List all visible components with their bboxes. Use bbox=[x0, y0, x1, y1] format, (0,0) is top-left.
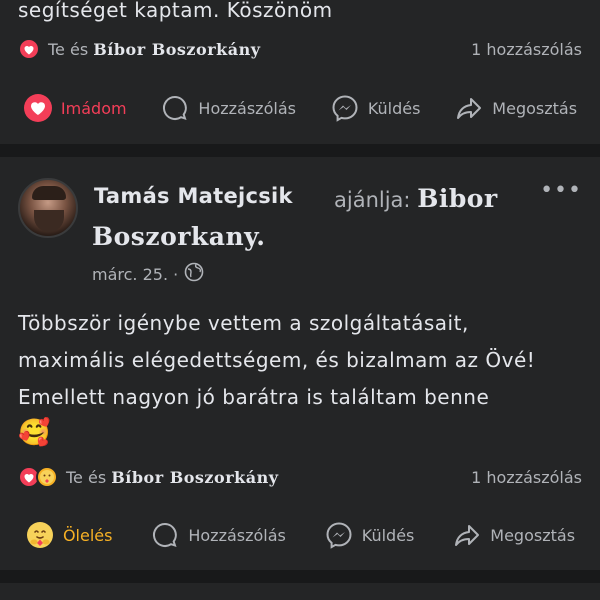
reaction-icons bbox=[18, 466, 58, 488]
post-text-line-3: Emellett nagyon jó barátra is találtam b… bbox=[18, 385, 490, 409]
recommends-label: ajánlja: bbox=[334, 188, 411, 212]
heart-icon bbox=[23, 93, 53, 123]
comment-count[interactable]: 1 hozzászólás bbox=[471, 468, 582, 487]
avatar[interactable] bbox=[18, 178, 78, 238]
reactions-name: Bíbor Boszorkány bbox=[111, 467, 279, 487]
send-button[interactable]: Küldés bbox=[330, 93, 421, 123]
post-date[interactable]: márc. 25. · bbox=[92, 265, 178, 284]
reactions-name: Bíbor Boszorkány bbox=[93, 39, 261, 59]
smiling-hearts-emoji: 🥰 bbox=[18, 418, 51, 448]
reaction-icons bbox=[18, 38, 40, 60]
reactions-prefix: Te és bbox=[48, 39, 89, 59]
share-arrow-icon bbox=[452, 520, 482, 550]
care-button[interactable]: Ölelés bbox=[25, 520, 113, 550]
more-dots-icon[interactable]: ••• bbox=[540, 178, 582, 203]
love-button[interactable]: Imádom bbox=[23, 93, 127, 123]
post-card-1: segítséget kaptam. Köszönöm Te és Bíbor … bbox=[0, 0, 600, 144]
comment-bubble-icon bbox=[160, 93, 190, 123]
share-button[interactable]: Megosztás bbox=[452, 520, 575, 550]
reactions-prefix: Te és bbox=[66, 467, 107, 487]
send-label: Küldés bbox=[367, 98, 421, 118]
love-label: Imádom bbox=[60, 98, 127, 118]
post-actions: Imádom Hozzászólás Küldés Megosztás bbox=[0, 88, 600, 128]
page-name-line2[interactable]: Boszorkany. bbox=[92, 222, 265, 251]
messenger-icon bbox=[330, 93, 360, 123]
globe-icon bbox=[184, 262, 204, 286]
comment-label: Hozzászólás bbox=[188, 525, 286, 545]
reactions-summary[interactable]: Te és Bíbor Boszorkány 1 hozzászólás bbox=[18, 36, 582, 62]
post-meta: márc. 25. · bbox=[92, 262, 204, 286]
comment-button[interactable]: Hozzászólás bbox=[160, 93, 296, 123]
comment-button[interactable]: Hozzászólás bbox=[150, 520, 286, 550]
send-label: Küldés bbox=[361, 525, 415, 545]
page-name-part1[interactable]: Bibor bbox=[417, 184, 497, 213]
care-emoji-icon bbox=[25, 520, 55, 550]
page-name-part2[interactable]: Boszorkany. bbox=[92, 222, 265, 251]
comment-count[interactable]: 1 hozzászólás bbox=[471, 40, 582, 59]
author-name[interactable]: Tamás Matejcsik bbox=[94, 184, 293, 208]
recommends-line: ajánlja: Bibor bbox=[334, 184, 498, 213]
heart-icon bbox=[18, 38, 40, 60]
send-button[interactable]: Küldés bbox=[324, 520, 415, 550]
post-actions-2: Ölelés Hozzászólás Küldés Megosztás bbox=[0, 515, 600, 555]
comment-label: Hozzászólás bbox=[198, 98, 296, 118]
messenger-icon bbox=[324, 520, 354, 550]
share-arrow-icon bbox=[454, 93, 484, 123]
share-button[interactable]: Megosztás bbox=[454, 93, 577, 123]
post-text-line-2: maximális elégedettségem, és bizalmam az… bbox=[18, 348, 536, 372]
post-card-3 bbox=[0, 583, 600, 600]
care-emoji-icon bbox=[36, 466, 58, 488]
share-label: Megosztás bbox=[492, 98, 578, 118]
post-text-line-1: Többször igénybe vettem a szolgáltatásai… bbox=[18, 311, 469, 335]
reactions-summary-2[interactable]: Te és Bíbor Boszorkány 1 hozzászólás bbox=[18, 464, 582, 490]
post-text-line: segítséget kaptam. Köszönöm bbox=[18, 0, 333, 22]
share-label: Megosztás bbox=[490, 525, 576, 545]
care-label: Ölelés bbox=[62, 525, 113, 545]
comment-bubble-icon bbox=[150, 520, 180, 550]
